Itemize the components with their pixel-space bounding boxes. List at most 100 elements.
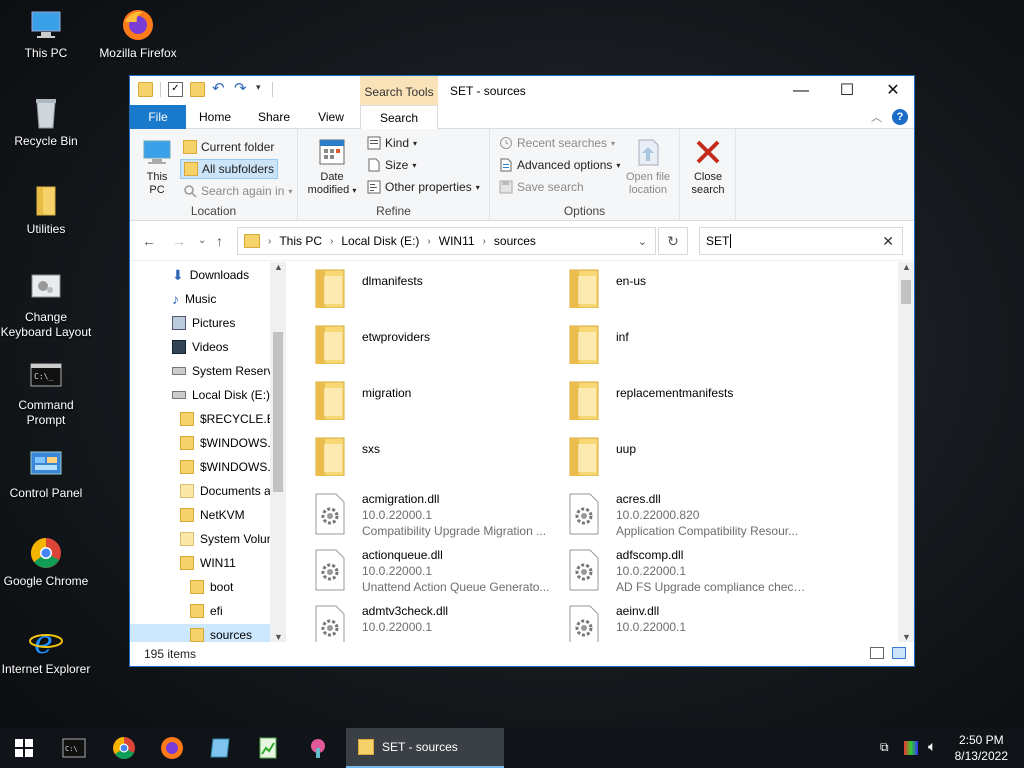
nav-item-sources[interactable]: sources bbox=[130, 624, 270, 642]
refresh-button[interactable]: ↻ bbox=[658, 227, 688, 255]
forward-arrow-icon[interactable]: → bbox=[172, 233, 186, 249]
folder-item[interactable]: en-us bbox=[540, 264, 790, 316]
nav-item-local-disk-e[interactable]: Local Disk (E:) bbox=[172, 384, 270, 406]
file-item[interactable]: aeinv.dll 10.0.22000.1 bbox=[540, 600, 790, 642]
scroll-down-icon[interactable]: ▼ bbox=[274, 632, 283, 642]
details-view-icon[interactable] bbox=[870, 647, 884, 659]
address-dropdown-icon[interactable]: ⌄ bbox=[638, 235, 647, 248]
taskbar-app-tools[interactable] bbox=[296, 728, 340, 768]
advanced-options-button[interactable]: Advanced options ▾ bbox=[496, 155, 623, 175]
size-button[interactable]: Size ▾ bbox=[364, 155, 419, 175]
maximize-button[interactable]: ☐ bbox=[824, 76, 870, 105]
desktop-icon-command-prompt[interactable]: C:\_ Command Prompt bbox=[0, 360, 92, 428]
all-subfolders-button[interactable]: All subfolders bbox=[180, 159, 279, 179]
nav-item-efi[interactable]: efi bbox=[190, 600, 223, 622]
nav-item-boot[interactable]: boot bbox=[190, 576, 233, 598]
volume-icon[interactable]: 🔈︎ bbox=[928, 738, 936, 755]
recent-locations-chevron-icon[interactable]: ⌄ bbox=[198, 235, 206, 246]
breadcrumb-segment[interactable]: WIN11 bbox=[439, 234, 475, 248]
desktop-icon-utilities[interactable]: Utilities bbox=[0, 184, 92, 237]
scroll-up-icon[interactable]: ▲ bbox=[274, 262, 283, 272]
desktop-icon-recycle-bin[interactable]: Recycle Bin bbox=[0, 96, 92, 149]
navigation-scrollbar[interactable]: ▲ ▼ bbox=[270, 262, 286, 642]
other-properties-button[interactable]: Other properties ▾ bbox=[364, 177, 483, 197]
recent-searches-button[interactable]: Recent searches ▾ bbox=[496, 133, 618, 153]
file-item[interactable]: admtv3check.dll 10.0.22000.1 bbox=[286, 600, 536, 642]
scroll-up-icon[interactable]: ▲ bbox=[902, 262, 911, 272]
collapse-ribbon-icon[interactable]: ︿ bbox=[871, 109, 882, 125]
customize-dropdown-icon[interactable]: ▾ bbox=[256, 82, 265, 97]
open-file-location-button[interactable]: Open file location bbox=[620, 137, 676, 197]
file-item[interactable]: actionqueue.dll 10.0.22000.1 Unattend Acti… bbox=[286, 544, 549, 596]
nav-item-system-reserved[interactable]: System Reserve bbox=[172, 360, 280, 382]
nav-item-netkvm[interactable]: NetKVM bbox=[180, 504, 245, 526]
save-search-button[interactable]: Save search bbox=[496, 177, 587, 197]
folder-item[interactable]: migration bbox=[286, 376, 536, 428]
tab-search[interactable]: Search bbox=[360, 105, 438, 130]
file-item[interactable]: acmigration.dll 10.0.22000.1 Compatibility… bbox=[286, 488, 546, 540]
large-icons-view-icon[interactable] bbox=[892, 647, 906, 659]
tab-share[interactable]: Share bbox=[244, 105, 304, 129]
this-pc-button[interactable]: This PC bbox=[138, 137, 176, 197]
tab-view[interactable]: View bbox=[304, 105, 358, 129]
clear-search-icon[interactable]: ✕ bbox=[882, 228, 894, 254]
taskbar-app-chart[interactable] bbox=[246, 728, 290, 768]
close-button[interactable]: ✕ bbox=[870, 76, 916, 105]
breadcrumb-segment[interactable]: sources bbox=[494, 234, 536, 248]
folder-item[interactable]: dlmanifests bbox=[286, 264, 536, 316]
desktop-icon-keyboard-layout[interactable]: Change Keyboard Layout bbox=[0, 272, 92, 340]
address-bar[interactable]: › This PC › Local Disk (E:) › WIN11 › so… bbox=[237, 227, 656, 255]
redo-icon[interactable]: ↷ bbox=[234, 81, 249, 97]
search-again-button[interactable]: Search again in ▾ bbox=[180, 181, 295, 201]
minimize-button[interactable]: — bbox=[778, 76, 824, 105]
date-modified-button[interactable]: Date modified ▾ bbox=[302, 137, 362, 197]
current-folder-button[interactable]: Current folder bbox=[180, 137, 277, 157]
help-icon[interactable]: ? bbox=[892, 109, 908, 125]
desktop-icon-firefox[interactable]: Mozilla Firefox bbox=[92, 8, 184, 61]
close-search-button[interactable]: Close search bbox=[684, 137, 732, 197]
folder-item[interactable]: replacementmanifests bbox=[540, 376, 790, 428]
scrollbar-thumb[interactable] bbox=[901, 280, 911, 304]
folder-item[interactable]: uup bbox=[540, 432, 790, 484]
folder-item[interactable]: inf bbox=[540, 320, 790, 372]
tab-file[interactable]: File bbox=[130, 105, 186, 129]
new-folder-icon[interactable] bbox=[190, 82, 205, 97]
nav-item-windows-bt[interactable]: $WINDOWS.~ bbox=[180, 432, 278, 454]
nav-item-documents[interactable]: Documents a bbox=[180, 480, 271, 502]
folder-item[interactable]: etwproviders bbox=[286, 320, 536, 372]
nav-item-system-volume[interactable]: System Volun bbox=[180, 528, 273, 550]
up-arrow-icon[interactable]: ↑ bbox=[216, 233, 223, 249]
properties-icon[interactable]: ✓ bbox=[168, 82, 183, 97]
file-list-scrollbar[interactable]: ▲ ▼ bbox=[898, 262, 914, 642]
start-button[interactable] bbox=[0, 728, 48, 768]
title-bar[interactable]: ✓ ↶ ↷ ▾ Search Tools SET - sources — ☐ ✕ bbox=[130, 76, 914, 105]
file-item[interactable]: acres.dll 10.0.22000.820 Application Compa… bbox=[540, 488, 798, 540]
nav-item-windows-ws[interactable]: $WINDOWS.~ bbox=[180, 456, 278, 478]
taskbar-firefox[interactable] bbox=[150, 728, 194, 768]
taskbar-command-prompt[interactable]: C:\ bbox=[52, 728, 96, 768]
folder-item[interactable]: sxs bbox=[286, 432, 536, 484]
network-icon[interactable]: ⧉ bbox=[880, 740, 889, 755]
clock[interactable]: 2:50 PM 8/13/2022 bbox=[955, 732, 1008, 764]
search-input[interactable]: SET ✕ bbox=[699, 227, 903, 255]
breadcrumb-segment[interactable]: This PC bbox=[279, 234, 322, 248]
scroll-down-icon[interactable]: ▼ bbox=[902, 632, 911, 642]
undo-icon[interactable]: ↶ bbox=[212, 81, 227, 97]
nav-item-downloads[interactable]: ⬇ Downloads bbox=[172, 264, 249, 286]
taskbar-explorer-window[interactable]: SET - sources bbox=[346, 728, 504, 768]
kind-button[interactable]: Kind ▾ bbox=[364, 133, 420, 153]
nav-item-music[interactable]: ♪ Music bbox=[172, 288, 216, 310]
nav-item-win11[interactable]: WIN11 bbox=[180, 552, 236, 574]
desktop-icon-this-pc[interactable]: This PC bbox=[0, 8, 92, 61]
taskbar-app-blue[interactable] bbox=[198, 728, 242, 768]
file-item[interactable]: adfscomp.dll 10.0.22000.1 AD FS Upgrade co… bbox=[540, 544, 806, 596]
nav-item-pictures[interactable]: Pictures bbox=[172, 312, 235, 334]
desktop-icon-internet-explorer[interactable]: e Internet Explorer bbox=[0, 623, 92, 677]
tab-home[interactable]: Home bbox=[186, 105, 244, 129]
back-arrow-icon[interactable]: ← bbox=[142, 233, 156, 249]
desktop-icon-control-panel[interactable]: Control Panel bbox=[0, 448, 92, 501]
nav-item-videos[interactable]: Videos bbox=[172, 336, 228, 358]
breadcrumb-segment[interactable]: Local Disk (E:) bbox=[341, 234, 419, 248]
desktop-icon-chrome[interactable]: Google Chrome bbox=[0, 536, 92, 589]
scrollbar-thumb[interactable] bbox=[273, 332, 283, 492]
